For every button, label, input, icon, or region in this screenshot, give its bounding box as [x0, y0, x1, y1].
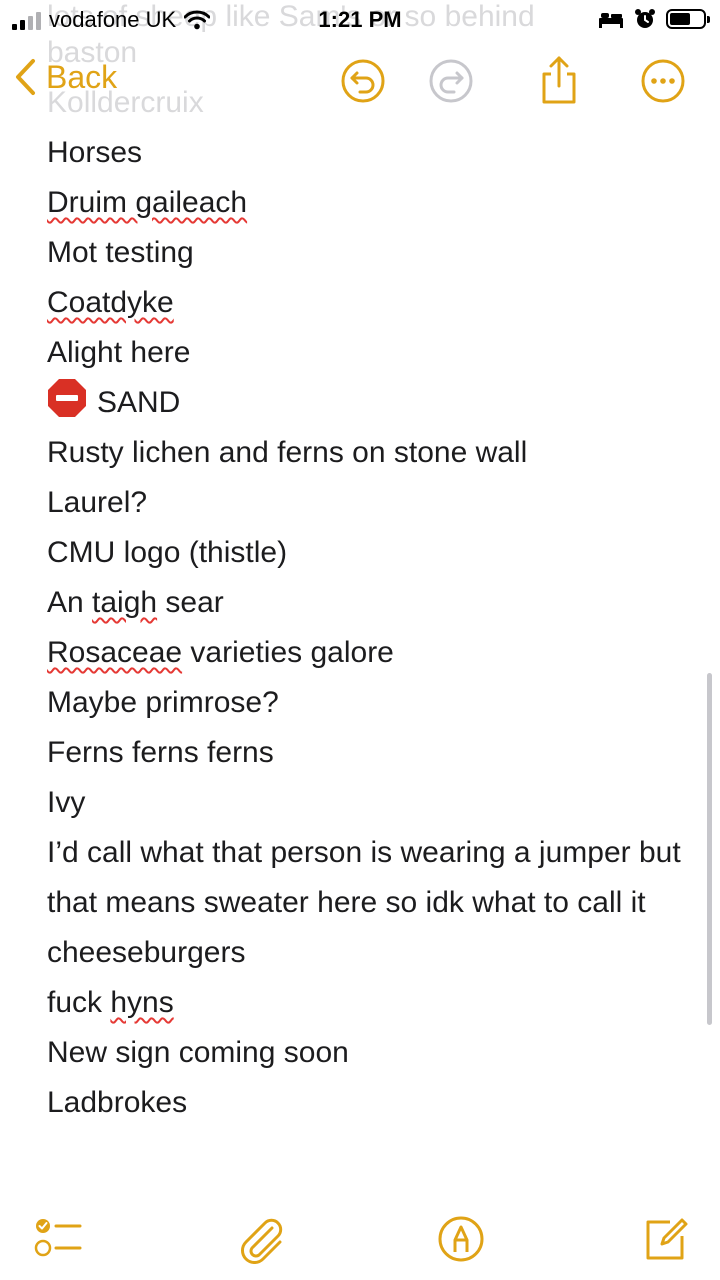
note-line[interactable]: SAND	[47, 378, 697, 428]
note-line[interactable]: Druim gaileach	[47, 178, 697, 228]
checklist-icon[interactable]	[32, 1214, 82, 1264]
bottom-toolbar	[0, 1200, 720, 1280]
note-body[interactable]: Horses Druim gaileach Mot testing Coatdy…	[47, 128, 697, 1128]
note-line[interactable]: An taigh sear	[47, 578, 697, 628]
status-bar: vodafone UK 1:21 PM	[0, 0, 720, 40]
note-line[interactable]: Laurel?	[47, 478, 697, 528]
redo-icon[interactable]	[428, 58, 474, 104]
note-line[interactable]: New sign coming soon	[47, 1028, 697, 1078]
navigation-bar: Back	[0, 40, 720, 124]
paperclip-icon[interactable]	[236, 1214, 286, 1264]
note-line-text: SAND	[97, 386, 181, 419]
scroll-indicator[interactable]	[707, 673, 712, 1025]
markup-pen-icon[interactable]	[436, 1214, 486, 1264]
note-line[interactable]: Maybe primrose?	[47, 678, 697, 728]
note-line[interactable]: Mot testing	[47, 228, 697, 278]
note-line[interactable]: Rosaceae varieties galore	[47, 628, 697, 678]
note-line[interactable]: Ivy	[47, 778, 697, 828]
compose-icon[interactable]	[640, 1214, 690, 1264]
note-line[interactable]: cheeseburgers	[47, 928, 697, 978]
battery-icon	[666, 9, 710, 29]
more-options-icon[interactable]	[640, 58, 686, 104]
note-line[interactable]: Alight here	[47, 328, 697, 378]
misspelled-word[interactable]: hyns	[110, 986, 173, 1019]
misspelled-word[interactable]: Coatdyke	[47, 286, 174, 319]
note-line[interactable]: fuck hyns	[47, 978, 697, 1028]
note-line[interactable]: I’d call what that person is wearing a j…	[47, 828, 697, 928]
misspelled-word[interactable]: Druim gaileach	[47, 186, 247, 219]
stop-sign-emoji-icon	[48, 379, 86, 417]
note-line[interactable]: Coatdyke	[47, 278, 697, 328]
note-line[interactable]: Ferns ferns ferns	[47, 728, 697, 778]
undo-icon[interactable]	[340, 58, 386, 104]
misspelled-word[interactable]: taigh	[92, 586, 157, 619]
note-line[interactable]: Ladbrokes	[47, 1078, 697, 1128]
note-line[interactable]: CMU logo (thistle)	[47, 528, 697, 578]
back-label: Back	[46, 58, 118, 95]
back-button[interactable]: Back	[14, 58, 117, 96]
note-line[interactable]: Rusty lichen and ferns on stone wall	[47, 428, 697, 478]
misspelled-word[interactable]: Rosaceae	[47, 636, 182, 669]
share-icon[interactable]	[536, 54, 582, 106]
alarm-icon	[635, 9, 655, 28]
bed-icon	[599, 13, 623, 28]
chevron-left-icon	[16, 59, 35, 95]
note-line[interactable]: Horses	[47, 128, 697, 178]
